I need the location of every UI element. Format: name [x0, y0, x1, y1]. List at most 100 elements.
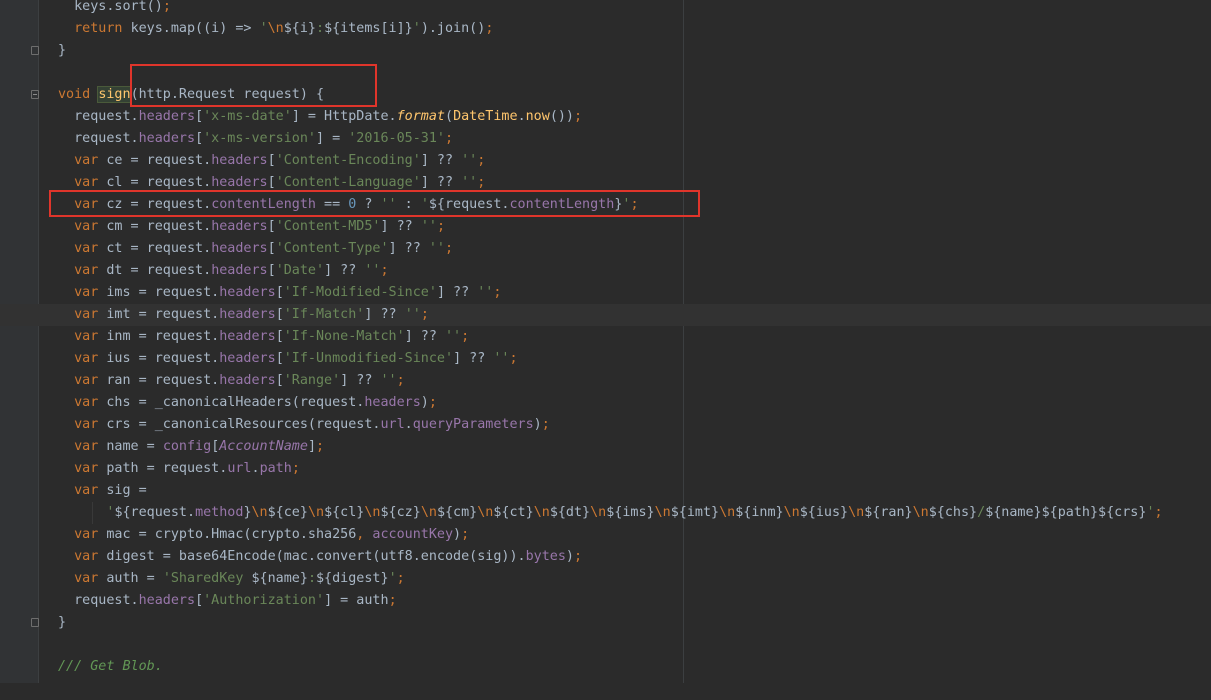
- code-token: ce = request.: [106, 153, 212, 168]
- code-token: ${request.: [114, 505, 196, 520]
- sign-function-name: sign: [97, 86, 132, 103]
- fold-expand-icon[interactable]: [31, 90, 39, 99]
- code-token: var: [74, 439, 107, 454]
- code-line[interactable]: var ius = request.headers['If-Unmodified…: [0, 348, 1211, 370]
- code-token: \n: [783, 505, 800, 520]
- code-line[interactable]: [0, 634, 1211, 656]
- code-text: var inm = request.headers['If-None-Match…: [58, 326, 469, 348]
- code-token: crs = _canonicalResources(request.: [106, 417, 381, 432]
- code-text: var sig =: [58, 480, 147, 502]
- code-line[interactable]: var name = config[AccountName];: [0, 436, 1211, 458]
- code-line[interactable]: var ran = request.headers['Range'] ?? ''…: [0, 370, 1211, 392]
- code-line[interactable]: var ims = request.headers['If-Modified-S…: [0, 282, 1211, 304]
- code-token: ] ??: [324, 263, 365, 278]
- code-token: auth =: [106, 571, 163, 586]
- code-token: var: [74, 241, 107, 256]
- code-text: /// Get Blob.: [58, 656, 163, 678]
- code-text: var mac = crypto.Hmac(crypto.sha256, acc…: [58, 524, 469, 546]
- code-token: now: [525, 109, 550, 124]
- code-token: headers: [219, 307, 276, 322]
- code-line[interactable]: var digest = base64Encode(mac.convert(ut…: [0, 546, 1211, 568]
- code-token: '': [404, 307, 421, 322]
- code-text: var path = request.url.path;: [58, 458, 300, 480]
- code-text: var crs = _canonicalResources(request.ur…: [58, 414, 550, 436]
- annotation-box-sign-signature: [130, 64, 377, 107]
- code-line[interactable]: var path = request.url.path;: [0, 458, 1211, 480]
- code-line[interactable]: return keys.map((i) => '\n${i}:${items[i…: [0, 18, 1211, 40]
- code-token: :: [307, 571, 316, 586]
- code-token: var: [74, 483, 107, 498]
- code-token: \n: [477, 505, 494, 520]
- code-token: [: [267, 263, 276, 278]
- code-token: ] ??: [436, 285, 478, 300]
- code-token: '': [461, 153, 478, 168]
- code-line[interactable]: var mac = crypto.Hmac(crypto.sha256, acc…: [0, 524, 1211, 546]
- code-token: chs = _canonicalHeaders(request.: [106, 395, 365, 410]
- code-line[interactable]: var sig =: [0, 480, 1211, 502]
- code-token: ${i}: [283, 21, 316, 36]
- code-line[interactable]: var crs = _canonicalResources(request.ur…: [0, 414, 1211, 436]
- code-token: ${chs}: [928, 505, 978, 520]
- code-token: [: [267, 219, 276, 234]
- code-token: 'x-ms-version': [203, 131, 316, 146]
- code-line[interactable]: var inm = request.headers['If-None-Match…: [0, 326, 1211, 348]
- code-token: digest = base64Encode(mac.convert(utf8.e…: [106, 549, 526, 564]
- code-token: ] = HttpDate.: [291, 109, 397, 124]
- code-token: headers: [364, 395, 421, 410]
- code-line[interactable]: var chs = _canonicalHeaders(request.head…: [0, 392, 1211, 414]
- code-token: ] = auth: [324, 593, 389, 608]
- code-token: 'Content-Language': [275, 175, 421, 190]
- code-token: mac = crypto.Hmac(crypto.sha256: [106, 527, 357, 542]
- code-token: [: [195, 109, 204, 124]
- code-token: ] ??: [380, 219, 421, 234]
- code-token: ;: [461, 527, 470, 542]
- code-token: var: [74, 571, 107, 586]
- code-token: ': [259, 21, 268, 36]
- code-line[interactable]: var dt = request.headers['Date'] ?? '';: [0, 260, 1211, 282]
- code-token: ;: [493, 285, 502, 300]
- code-line[interactable]: var cm = request.headers['Content-MD5'] …: [0, 216, 1211, 238]
- code-token: ${ran}: [864, 505, 913, 520]
- fold-collapse-icon[interactable]: [31, 618, 39, 627]
- code-line[interactable]: var ct = request.headers['Content-Type']…: [0, 238, 1211, 260]
- fold-collapse-icon[interactable]: [31, 46, 39, 55]
- code-token: ;: [380, 263, 389, 278]
- code-token: var: [74, 351, 107, 366]
- code-token: format: [396, 109, 445, 124]
- code-token: url: [227, 461, 252, 476]
- code-line[interactable]: request.headers['x-ms-version'] = '2016-…: [0, 128, 1211, 150]
- code-token: }: [58, 43, 67, 58]
- code-token: method: [195, 505, 244, 520]
- code-line[interactable]: }: [0, 40, 1211, 62]
- code-token: .: [517, 109, 526, 124]
- code-token: ;: [509, 351, 518, 366]
- code-text: var digest = base64Encode(mac.convert(ut…: [58, 546, 582, 568]
- code-line[interactable]: request.headers['Authorization'] = auth;: [0, 590, 1211, 612]
- code-line[interactable]: }: [0, 612, 1211, 634]
- code-token: ${cl}: [324, 505, 365, 520]
- code-token: [: [267, 241, 276, 256]
- code-token: accountKey: [372, 527, 454, 542]
- code-token: bytes: [525, 549, 566, 564]
- code-token: var: [74, 153, 107, 168]
- code-token: return: [74, 21, 131, 36]
- code-token: ;: [541, 417, 550, 432]
- code-line[interactable]: /// Get Blob.: [0, 656, 1211, 678]
- code-line[interactable]: request.headers['x-ms-date'] = HttpDate.…: [0, 106, 1211, 128]
- code-token: sig =: [106, 483, 147, 498]
- code-line[interactable]: keys.sort();: [0, 0, 1211, 18]
- annotation-box-content-length-line: [49, 190, 700, 217]
- code-token: \n: [590, 505, 607, 520]
- code-line[interactable]: var ce = request.headers['Content-Encodi…: [0, 150, 1211, 172]
- code-line[interactable]: var auth = 'SharedKey ${name}:${digest}'…: [0, 568, 1211, 590]
- code-token: '': [445, 329, 462, 344]
- code-token: [: [267, 175, 276, 190]
- code-token: var: [74, 219, 107, 234]
- code-token: ${ct}: [493, 505, 534, 520]
- code-line[interactable]: '${request.method}\n${ce}\n${cl}\n${cz}\…: [0, 502, 1211, 524]
- code-token: 'Content-Type': [275, 241, 389, 256]
- code-token: ): [565, 549, 574, 564]
- code-line[interactable]: [0, 678, 1211, 700]
- code-line[interactable]: var imt = request.headers['If-Match'] ??…: [0, 304, 1211, 326]
- code-token: [: [195, 593, 204, 608]
